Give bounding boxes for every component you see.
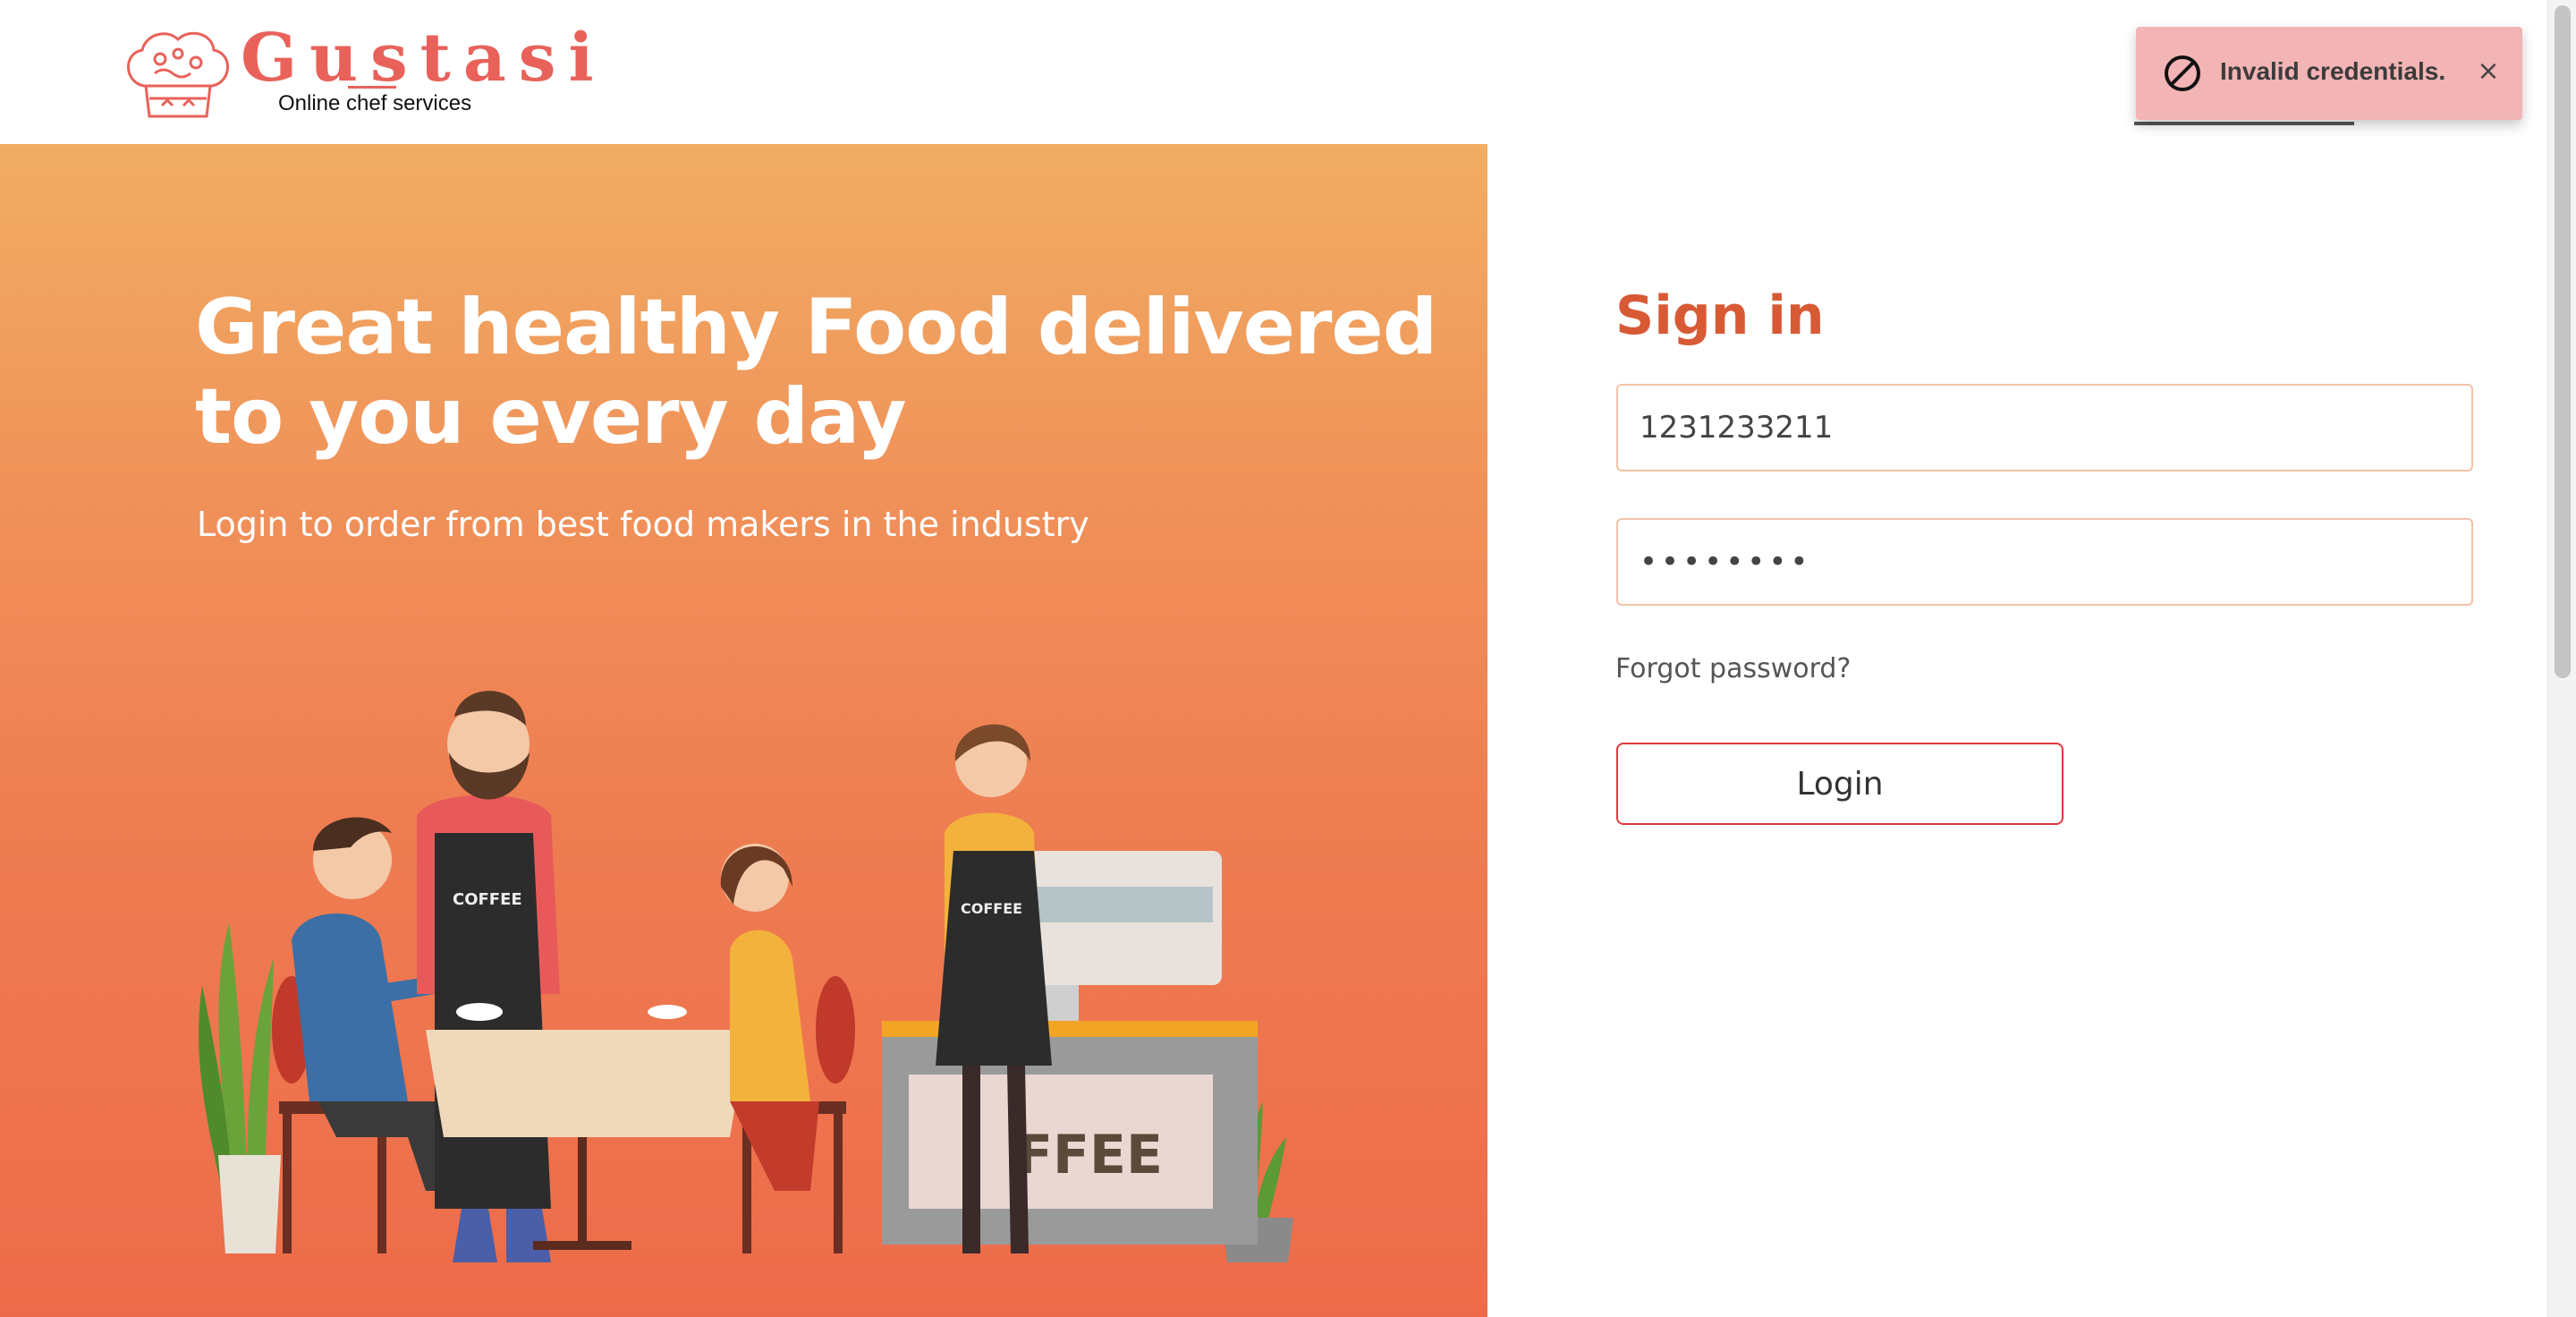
left-plant-pot: [218, 1155, 281, 1253]
brand-logo[interactable]: Gustasi Online chef services: [119, 23, 594, 122]
error-toast: Invalid credentials. ×: [2136, 27, 2522, 120]
forgot-password-link[interactable]: Forgot password?: [1615, 653, 1851, 684]
toast-message: Invalid credentials.: [2220, 57, 2446, 85]
page-scrollbar[interactable]: [2547, 0, 2576, 1317]
mug-text: COFFEE: [961, 900, 1022, 917]
signin-title: Sign in: [1615, 285, 1825, 347]
apron-text: COFFEE: [453, 890, 522, 909]
counter-sign-text: FFEE: [1016, 1124, 1163, 1186]
hero-subtitle: Login to order from best food makers in …: [197, 505, 1089, 544]
brand-tagline: Online chef services: [278, 91, 472, 115]
username-field[interactable]: [1616, 384, 2473, 472]
login-button[interactable]: Login: [1616, 743, 2063, 825]
password-field[interactable]: [1616, 518, 2473, 606]
seated-woman: [720, 844, 819, 1191]
brand-underline: [348, 86, 396, 89]
cafe-illustration: COFFEE FFEE COFFEE: [199, 691, 1293, 1262]
close-icon[interactable]: ×: [2470, 54, 2506, 89]
scrollbar-thumb[interactable]: [2555, 5, 2571, 678]
hero-title: Great healthy Food delivered to you ever…: [195, 283, 1437, 462]
brand-name: Gustasi: [241, 20, 606, 97]
chef-hat-icon: [127, 31, 229, 118]
left-plant: [199, 922, 274, 1182]
prohibited-icon: [2165, 55, 2200, 91]
bearded-server: COFFEE: [417, 691, 560, 1262]
hero-panel: Great healthy Food delivered to you ever…: [0, 144, 1487, 1317]
